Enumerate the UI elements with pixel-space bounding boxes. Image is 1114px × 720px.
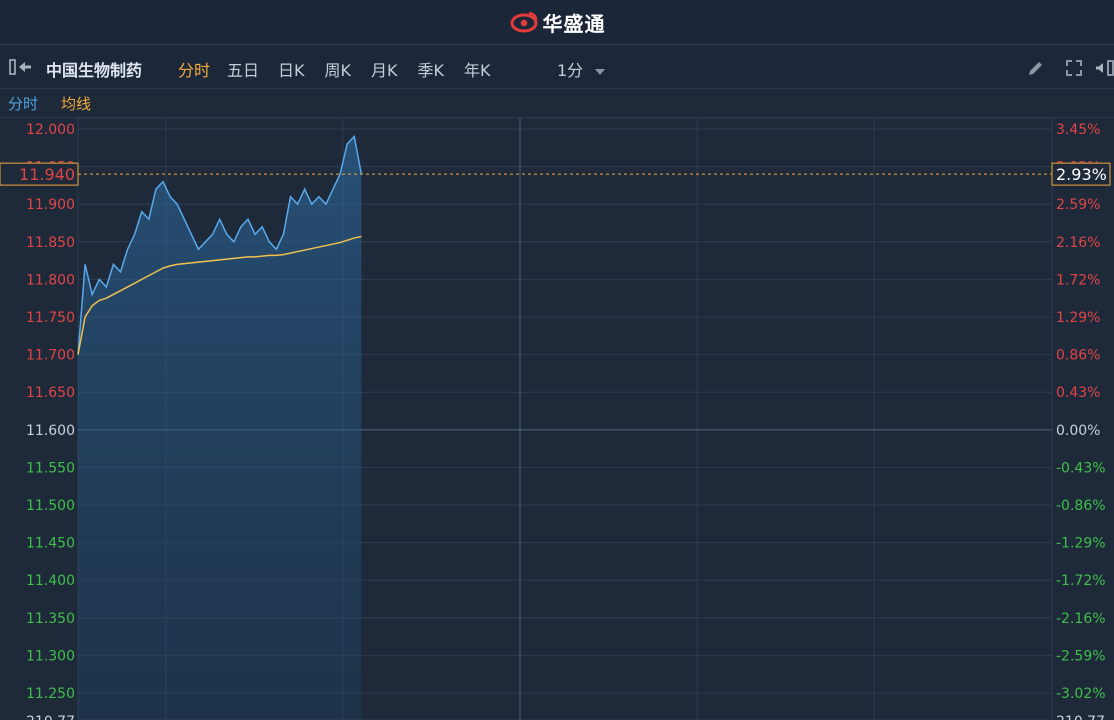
collapse-panel-icon[interactable]	[8, 58, 34, 76]
y-tick-label-left: 11.700	[26, 348, 75, 364]
y-tick-label-right: -0.43%	[1056, 460, 1106, 476]
y-tick-label-right: 0.86%	[1056, 348, 1100, 364]
brand-name: 华盛通	[542, 11, 606, 36]
period-label: 1分	[557, 61, 584, 80]
volume-label-right: 210.77	[1056, 714, 1105, 720]
y-tick-label-left: 11.550	[26, 460, 75, 476]
series-legend: 分时 均线	[0, 89, 1114, 118]
y-tick-label-left: 12.000	[26, 122, 75, 138]
pencil-icon[interactable]	[1026, 58, 1046, 78]
legend-price: 分时	[8, 95, 39, 113]
y-tick-label-right: 0.00%	[1056, 423, 1100, 439]
y-tick-label-left: 11.800	[26, 272, 75, 288]
y-tick-label-left: 11.900	[26, 197, 75, 213]
top-bar: 华盛通	[0, 0, 1114, 45]
current-pct-label: 2.93%	[1056, 165, 1107, 184]
intraday-chart[interactable]: 12.00011.95011.90011.85011.80011.75011.7…	[0, 118, 1114, 720]
tab-monthly-k[interactable]: 月K	[371, 55, 398, 83]
y-tick-label-right: 3.45%	[1056, 122, 1100, 138]
y-tick-label-left: 11.350	[26, 611, 75, 627]
chevron-down-icon	[595, 68, 606, 75]
brand-logo-icon	[510, 11, 537, 33]
period-select[interactable]: 1分	[557, 57, 606, 81]
stock-name: 中国生物制药	[46, 61, 143, 80]
chart-toolbar: 中国生物制药 分时 五日 日K 周K 月K 季K 年K 1分	[0, 46, 1114, 89]
y-tick-label-left: 11.750	[26, 310, 75, 326]
y-tick-label-left: 11.500	[26, 498, 75, 514]
y-tick-label-left: 11.300	[26, 648, 75, 664]
y-tick-label-right: -1.29%	[1056, 536, 1106, 552]
tab-yearly-k[interactable]: 年K	[464, 55, 491, 83]
tab-weekly-k[interactable]: 周K	[325, 55, 352, 83]
y-tick-label-right: 0.43%	[1056, 385, 1100, 401]
y-tick-label-right: -0.86%	[1056, 498, 1106, 514]
current-price-label: 11.940	[19, 165, 75, 184]
volume-label-left: 210.77	[26, 714, 75, 720]
y-tick-label-right: 1.29%	[1056, 310, 1100, 326]
y-tick-label-right: -2.16%	[1056, 611, 1106, 627]
y-tick-label-right: -3.02%	[1056, 686, 1106, 702]
y-tick-label-right: -1.72%	[1056, 573, 1106, 589]
tab-five-day[interactable]: 五日	[227, 55, 259, 83]
y-tick-label-right: 2.59%	[1056, 197, 1100, 213]
y-tick-label-left: 11.400	[26, 573, 75, 589]
y-tick-label-left: 11.250	[26, 686, 75, 702]
tab-quarterly-k[interactable]: 季K	[418, 55, 445, 83]
fullscreen-icon[interactable]	[1064, 58, 1084, 78]
tab-daily-k[interactable]: 日K	[278, 55, 305, 83]
y-tick-label-right: 1.72%	[1056, 272, 1100, 288]
y-tick-label-left: 11.650	[26, 385, 75, 401]
legend-average: 均线	[61, 95, 92, 113]
y-tick-label-left: 11.600	[26, 423, 75, 439]
y-tick-label-right: -2.59%	[1056, 648, 1106, 664]
expand-panel-icon[interactable]	[1096, 58, 1114, 78]
brand: 华盛通	[0, 0, 1114, 44]
y-tick-label-left: 11.850	[26, 235, 75, 251]
y-tick-label-left: 11.450	[26, 536, 75, 552]
y-tick-label-right: 2.16%	[1056, 235, 1100, 251]
tab-intraday[interactable]: 分时	[178, 55, 210, 83]
timeframe-tabs: 分时 五日 日K 周K 月K 季K 年K	[178, 55, 491, 83]
